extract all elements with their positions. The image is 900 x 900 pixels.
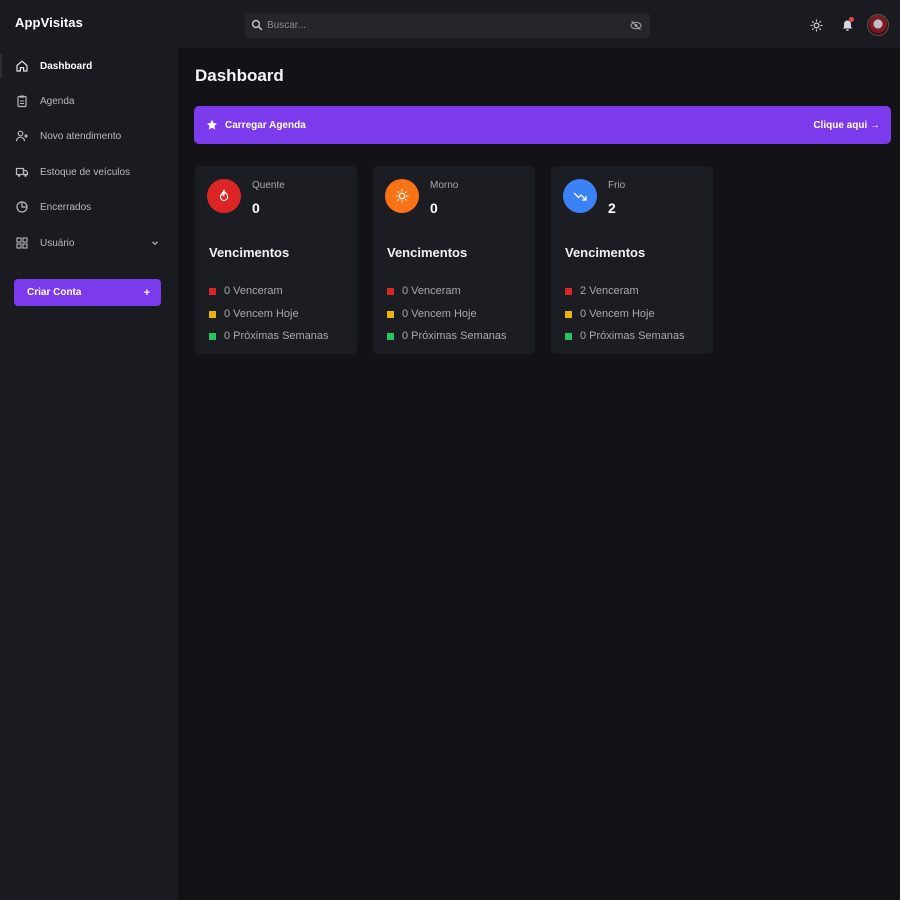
list-item: 0 Venceram <box>387 284 461 298</box>
card-label: Frio <box>608 180 626 191</box>
star-icon <box>206 119 218 130</box>
trend-down-icon <box>563 179 597 213</box>
overdue-indicator <box>209 287 216 295</box>
list-item: 0 Próximas Semanas <box>209 329 329 343</box>
row-text: 0 Próximas Semanas <box>580 330 685 342</box>
row-text: 0 Vencem Hoje <box>402 308 477 320</box>
card-label: Quente <box>252 180 285 191</box>
upcoming-indicator <box>209 332 216 340</box>
theme-toggle-button[interactable] <box>804 13 828 37</box>
home-icon <box>16 60 28 72</box>
banner-label: Carregar Agenda <box>225 120 306 131</box>
app-logo[interactable]: AppVisitas <box>15 15 83 30</box>
today-indicator <box>387 310 394 318</box>
overdue-indicator <box>565 287 572 295</box>
card-title: Vencimentos <box>387 245 468 260</box>
sidebar-item-encerrados[interactable]: Encerrados <box>0 193 178 221</box>
row-text: 0 Próximas Semanas <box>402 330 507 342</box>
user-plus-icon <box>15 130 28 142</box>
list-item: 0 Vencem Hoje <box>387 307 477 321</box>
search-icon <box>251 19 263 31</box>
sidebar-item-label: Encerrados <box>40 201 92 213</box>
banner-link[interactable]: Clique aqui → <box>813 120 880 131</box>
chevron-down-icon[interactable] <box>150 238 160 248</box>
row-text: 0 Vencem Hoje <box>224 308 299 320</box>
list-item: 0 Vencem Hoje <box>565 307 655 321</box>
sidebar-item-novo-atendimento[interactable]: Novo atendimento <box>0 122 178 150</box>
card-title: Vencimentos <box>209 245 290 260</box>
sidebar-item-label: Agenda <box>40 95 75 107</box>
user-grid-icon <box>16 237 28 249</box>
sidebar-item-estoque[interactable]: Estoque de veículos <box>0 158 178 186</box>
page-title: Dashboard <box>195 66 284 85</box>
pie-chart-icon <box>16 201 28 213</box>
row-text: 0 Vencem Hoje <box>580 308 655 320</box>
today-indicator <box>565 310 572 318</box>
stat-card-frio: Frio 2 Vencimentos 2 Venceram 0 Vencem H… <box>551 166 713 354</box>
sidebar-item-label: Estoque de veículos <box>40 166 131 178</box>
card-label: Morno <box>430 180 459 191</box>
notifications-button[interactable] <box>835 13 859 37</box>
upcoming-indicator <box>387 332 394 340</box>
plus-icon: + <box>143 286 150 299</box>
sidebar-item-usuario[interactable]: Usuário <box>0 229 178 257</box>
stat-card-morno: Morno 0 Vencimentos 0 Venceram 0 Vencem … <box>373 166 535 354</box>
sun-icon <box>810 19 822 31</box>
list-item: 0 Próximas Semanas <box>387 329 507 343</box>
eye-off-icon[interactable] <box>630 20 642 31</box>
today-indicator <box>209 310 216 318</box>
sidebar-item-label: Usuário <box>40 237 75 249</box>
top-bar: AppVisitas <box>0 0 900 48</box>
avatar <box>867 14 889 36</box>
card-title: Vencimentos <box>565 245 646 260</box>
card-count: 0 <box>252 200 260 216</box>
stat-card-quente: Quente 0 Vencimentos 0 Venceram 0 Vencem… <box>195 166 357 354</box>
clipboard-icon <box>17 95 27 108</box>
notification-badge <box>849 17 854 22</box>
top-actions <box>797 13 890 37</box>
sidebar: Dashboard Agenda Novo atendimento Estoqu… <box>0 48 178 900</box>
list-item: 0 Venceram <box>209 284 283 298</box>
sidebar-item-label: Novo atendimento <box>40 130 122 142</box>
list-item: 2 Venceram <box>565 284 639 298</box>
row-text: 0 Próximas Semanas <box>224 330 329 342</box>
sidebar-item-agenda[interactable]: Agenda <box>0 87 178 115</box>
load-agenda-banner[interactable]: Carregar Agenda Clique aqui → <box>194 106 891 144</box>
search-input[interactable] <box>267 13 617 38</box>
list-item: 0 Vencem Hoje <box>209 307 299 321</box>
overdue-indicator <box>387 287 394 295</box>
search-bar[interactable] <box>245 13 650 38</box>
sidebar-item-label: Dashboard <box>40 60 93 72</box>
sidebar-item-dashboard[interactable]: Dashboard <box>0 52 178 80</box>
row-text: 2 Venceram <box>580 285 639 297</box>
list-item: 0 Próximas Semanas <box>565 329 685 343</box>
row-text: 0 Venceram <box>224 285 283 297</box>
truck-icon <box>15 167 29 177</box>
card-count: 0 <box>430 200 438 216</box>
user-menu-button[interactable] <box>866 13 890 37</box>
card-count: 2 <box>608 200 616 216</box>
create-account-label: Criar Conta <box>27 287 82 298</box>
create-account-button[interactable]: Criar Conta + <box>14 279 161 306</box>
fire-icon <box>207 179 241 213</box>
upcoming-indicator <box>565 332 572 340</box>
row-text: 0 Venceram <box>402 285 461 297</box>
sun-icon <box>385 179 419 213</box>
